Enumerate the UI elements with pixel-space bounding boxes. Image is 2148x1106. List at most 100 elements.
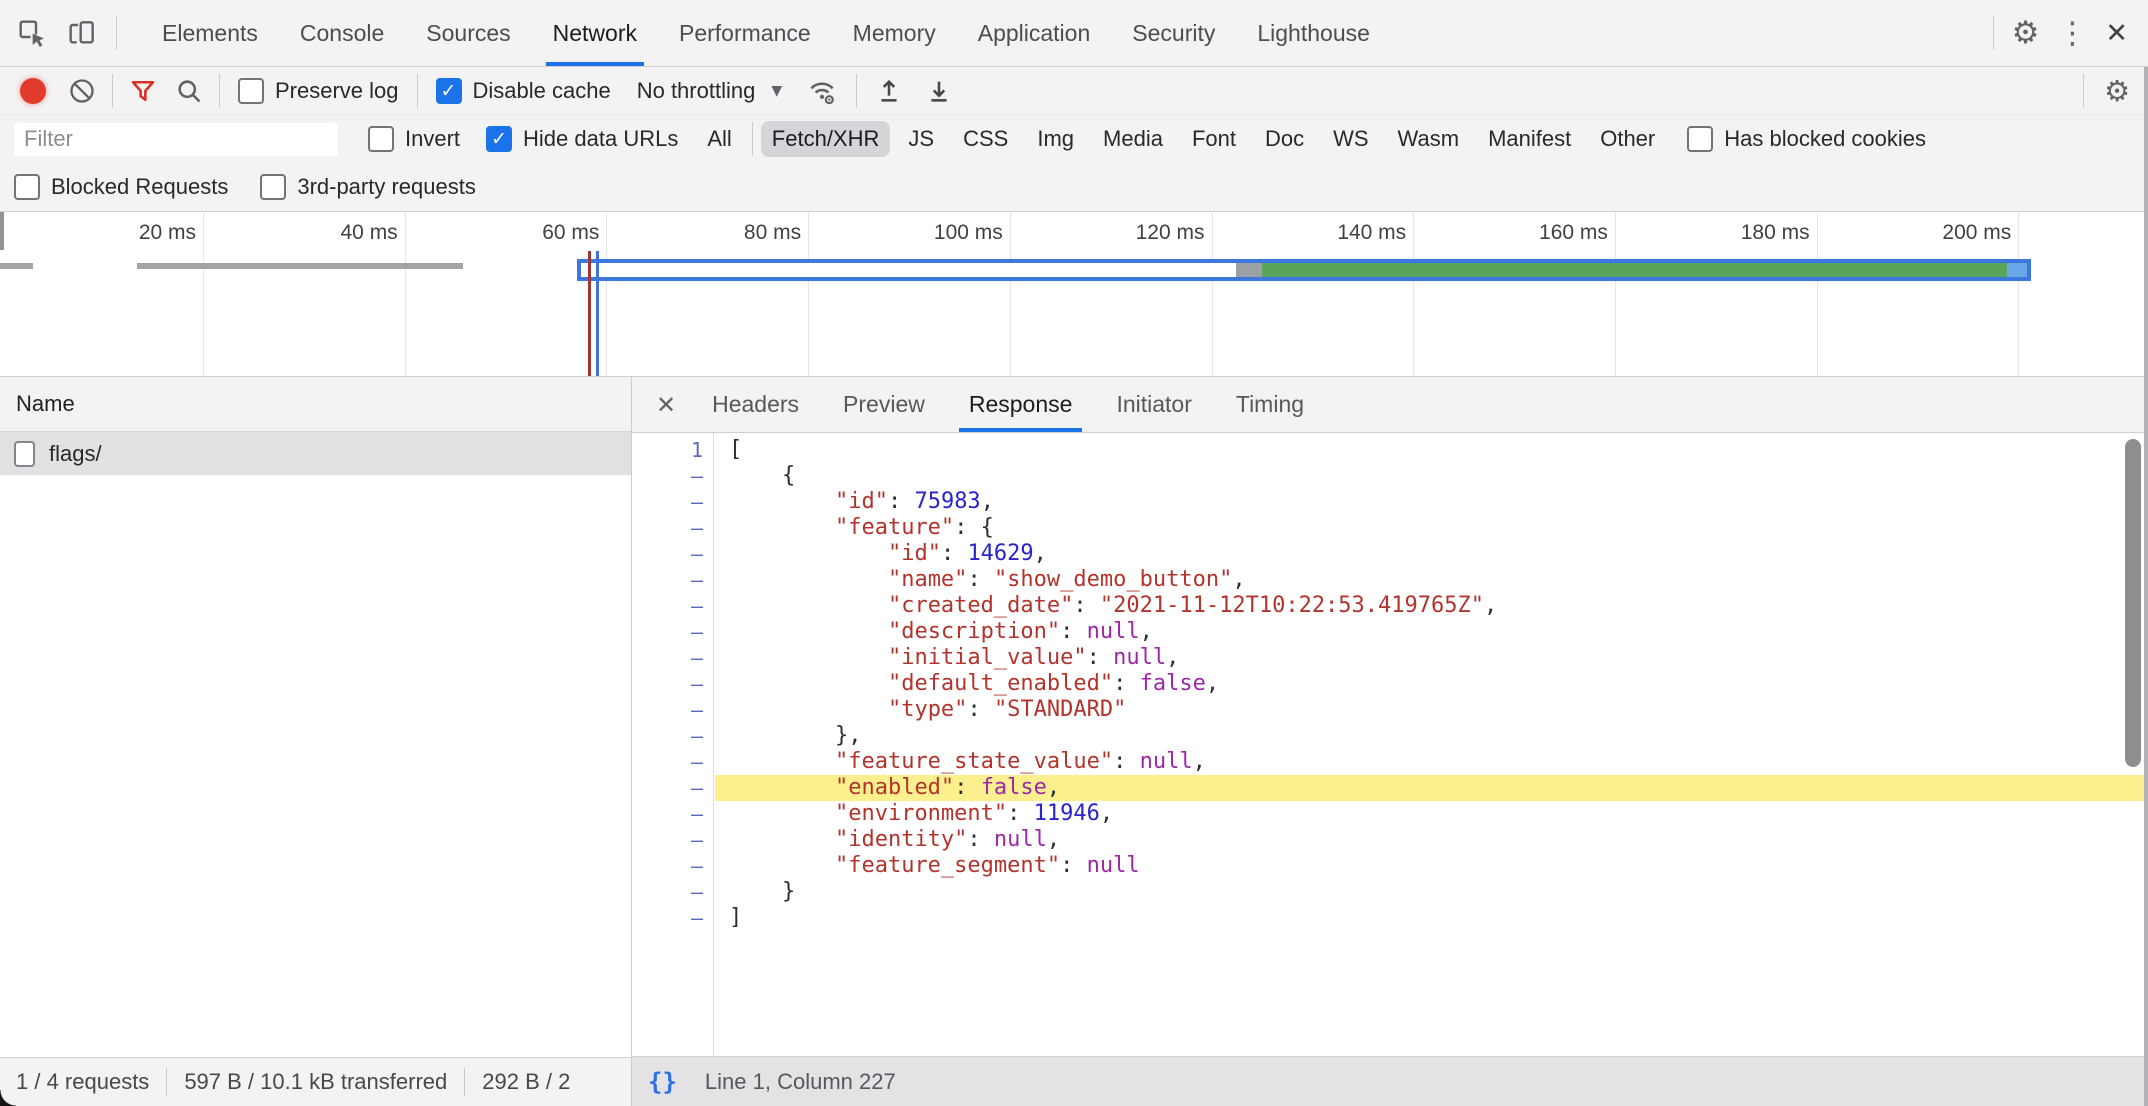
record-network-log-button[interactable] bbox=[20, 78, 46, 104]
request-row[interactable]: flags/ bbox=[0, 432, 631, 475]
name-column-header[interactable]: Name bbox=[0, 377, 631, 432]
detail-tab-response[interactable]: Response bbox=[961, 377, 1081, 432]
status-divider bbox=[166, 1068, 167, 1096]
timeline-gridline bbox=[1010, 212, 1011, 376]
tab-elements[interactable]: Elements bbox=[141, 0, 279, 66]
detail-tabs: Headers Preview Response Initiator Timing bbox=[690, 377, 1326, 432]
has-blocked-cookies-label[interactable]: Has blocked cookies bbox=[1724, 126, 1926, 152]
invert-checkbox[interactable] bbox=[368, 126, 394, 152]
response-line: – "default_enabled": false, bbox=[632, 671, 2148, 697]
pretty-print-icon[interactable]: {} bbox=[648, 1068, 677, 1096]
filter-type-manifest[interactable]: Manifest bbox=[1477, 121, 1582, 157]
timeline-gridline bbox=[606, 212, 607, 376]
request-filter-bar-2: Blocked Requests 3rd-party requests bbox=[0, 163, 2148, 212]
detail-tab-timing[interactable]: Timing bbox=[1228, 377, 1312, 432]
timeline-tick-label: 160 ms bbox=[1464, 221, 1608, 245]
blocked-requests-label[interactable]: Blocked Requests bbox=[51, 174, 228, 200]
filter-type-font[interactable]: Font bbox=[1181, 121, 1247, 157]
more-options-icon[interactable]: ⋮ bbox=[2057, 16, 2087, 51]
line-content: "name": "show_demo_button", bbox=[715, 567, 2148, 593]
hide-data-urls-checkbox[interactable]: ✓ bbox=[486, 126, 512, 152]
overview-request-bar bbox=[137, 263, 463, 269]
main-tabbar: ElementsConsoleSourcesNetworkPerformance… bbox=[0, 0, 2148, 67]
clear-network-log-icon[interactable] bbox=[68, 77, 96, 105]
timeline-tick-label: 120 ms bbox=[1061, 221, 1205, 245]
overview-selected-request-bar bbox=[577, 259, 2031, 281]
tab-memory[interactable]: Memory bbox=[832, 0, 957, 66]
filter-type-media[interactable]: Media bbox=[1092, 121, 1174, 157]
network-overview-timeline[interactable]: 20 ms40 ms60 ms80 ms100 ms120 ms140 ms16… bbox=[0, 212, 2148, 377]
filter-input[interactable] bbox=[14, 123, 338, 156]
line-gutter: 1 bbox=[632, 437, 715, 463]
filter-type-other[interactable]: Other bbox=[1589, 121, 1666, 157]
line-gutter: – bbox=[632, 593, 715, 619]
invert-label[interactable]: Invert bbox=[405, 126, 460, 152]
throttling-caret-icon[interactable]: ▼ bbox=[771, 83, 782, 99]
tab-security[interactable]: Security bbox=[1111, 0, 1236, 66]
line-content: "initial_value": null, bbox=[715, 645, 2148, 671]
filter-type-doc[interactable]: Doc bbox=[1254, 121, 1315, 157]
throttling-select[interactable]: No throttling bbox=[637, 78, 756, 104]
preserve-log-label[interactable]: Preserve log bbox=[275, 78, 399, 104]
tab-lighthouse[interactable]: Lighthouse bbox=[1236, 0, 1391, 66]
tab-network[interactable]: Network bbox=[532, 0, 658, 66]
filter-funnel-icon[interactable] bbox=[129, 77, 157, 105]
line-gutter: – bbox=[632, 463, 715, 489]
timeline-gridline bbox=[405, 212, 406, 376]
line-content: "identity": null, bbox=[715, 827, 2148, 853]
close-devtools-icon[interactable]: ✕ bbox=[2105, 18, 2128, 49]
tab-application[interactable]: Application bbox=[957, 0, 1112, 66]
line-content: [ bbox=[715, 437, 2148, 463]
inspect-element-icon[interactable] bbox=[16, 17, 48, 49]
blocked-requests-checkbox[interactable] bbox=[14, 174, 40, 200]
detail-tab-headers[interactable]: Headers bbox=[704, 377, 807, 432]
filter-type-img[interactable]: Img bbox=[1026, 121, 1085, 157]
line-gutter: – bbox=[632, 697, 715, 723]
export-har-icon[interactable] bbox=[925, 77, 953, 105]
network-settings-icon[interactable]: ⚙ bbox=[2104, 74, 2130, 108]
settings-icon[interactable]: ⚙ bbox=[2012, 15, 2040, 51]
filter-type-js[interactable]: JS bbox=[897, 121, 945, 157]
response-code: 1[– {– "id": 75983,– "feature": {– "id":… bbox=[632, 437, 2148, 931]
third-party-requests-label[interactable]: 3rd-party requests bbox=[297, 174, 476, 200]
has-blocked-cookies-checkbox[interactable] bbox=[1687, 126, 1713, 152]
timeline-gridline bbox=[2018, 212, 2019, 376]
disable-cache-checkbox[interactable]: ✓ bbox=[436, 78, 462, 104]
request-checkbox[interactable] bbox=[14, 441, 35, 467]
filter-type-wasm[interactable]: Wasm bbox=[1387, 121, 1471, 157]
detail-tab-initiator[interactable]: Initiator bbox=[1108, 377, 1199, 432]
device-toolbar-icon[interactable] bbox=[66, 17, 98, 49]
response-line: – "id": 75983, bbox=[632, 489, 2148, 515]
timeline-gridline bbox=[1212, 212, 1213, 376]
line-content: }, bbox=[715, 723, 2148, 749]
overview-left-handle[interactable] bbox=[0, 212, 4, 250]
toolbar-divider bbox=[116, 16, 117, 50]
timeline-tick-label: 40 ms bbox=[254, 221, 398, 245]
detail-tab-preview[interactable]: Preview bbox=[835, 377, 933, 432]
hide-data-urls-label[interactable]: Hide data URLs bbox=[523, 126, 678, 152]
panel-tab-strip: ElementsConsoleSourcesNetworkPerformance… bbox=[141, 0, 1391, 66]
close-detail-icon[interactable]: ✕ bbox=[642, 377, 690, 432]
waterfall-segment bbox=[2007, 263, 2027, 277]
timeline-tick-label: 140 ms bbox=[1262, 221, 1406, 245]
import-har-icon[interactable] bbox=[875, 77, 903, 105]
network-conditions-icon[interactable] bbox=[806, 75, 838, 107]
disable-cache-label[interactable]: Disable cache bbox=[473, 78, 611, 104]
vertical-scrollbar-thumb[interactable] bbox=[2125, 439, 2141, 767]
tab-performance[interactable]: Performance bbox=[658, 0, 832, 66]
filter-type-fetch-xhr[interactable]: Fetch/XHR bbox=[761, 121, 891, 157]
third-party-requests-checkbox[interactable] bbox=[260, 174, 286, 200]
timeline-tick-label: 60 ms bbox=[455, 221, 599, 245]
search-icon[interactable] bbox=[175, 77, 203, 105]
tab-console[interactable]: Console bbox=[279, 0, 405, 66]
filter-type-all[interactable]: All bbox=[696, 121, 742, 157]
timeline-gridline bbox=[1817, 212, 1818, 376]
preserve-log-checkbox[interactable] bbox=[238, 78, 264, 104]
waterfall-segment bbox=[1236, 263, 1262, 277]
toolbar-divider bbox=[417, 74, 418, 108]
status-segment: 292 B / 2 bbox=[482, 1069, 570, 1095]
tab-sources[interactable]: Sources bbox=[405, 0, 531, 66]
filter-type-ws[interactable]: WS bbox=[1322, 121, 1379, 157]
filter-type-css[interactable]: CSS bbox=[952, 121, 1019, 157]
toolbar-divider bbox=[112, 74, 113, 108]
